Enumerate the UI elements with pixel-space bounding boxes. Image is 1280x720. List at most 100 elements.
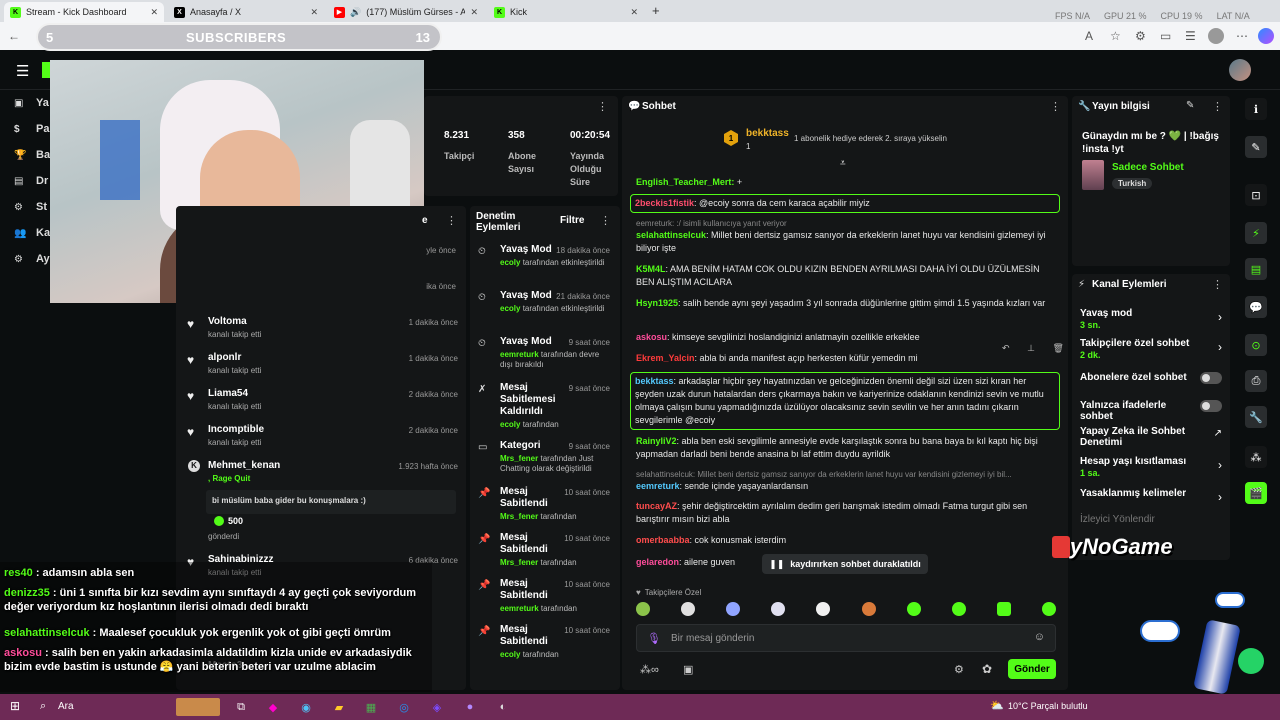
read-aloud-icon[interactable]: A xyxy=(1085,29,1093,43)
mod-action-user[interactable]: ecoly xyxy=(500,420,520,429)
menu-icon[interactable]: ☰ xyxy=(16,62,29,80)
edge-taskbar-icon[interactable]: ◉ xyxy=(297,698,315,716)
channel-action-item[interactable]: Yalnızca ifadelerle sohbet xyxy=(1080,400,1224,424)
tab-youtube[interactable]: ▶ 🔊 (177) Müslüm Gürses - Affet ✕ xyxy=(328,2,484,22)
mod-action-user[interactable]: ecoly xyxy=(500,304,520,313)
windows-start-icon[interactable]: ⊞ xyxy=(10,699,20,713)
printer-icon[interactable]: ⎙ xyxy=(1245,370,1267,392)
mod-action-user[interactable]: Mrs_fener xyxy=(500,454,538,463)
edit-icon[interactable]: ✎ xyxy=(1245,136,1267,158)
bolt-icon[interactable]: ⚡ xyxy=(1245,222,1267,244)
broadcast-icon[interactable]: ⊙ xyxy=(1245,334,1267,356)
filter-button[interactable]: Filtre xyxy=(560,215,584,226)
split-screen-icon[interactable]: ▭ xyxy=(1160,29,1171,43)
more-options-icon[interactable]: ⋮ xyxy=(1212,278,1223,291)
language-tag[interactable]: Turkish xyxy=(1112,178,1153,189)
mod-action-user[interactable]: ecoly xyxy=(500,650,520,659)
toggle-switch[interactable] xyxy=(1200,400,1222,412)
copilot-taskbar-icon[interactable]: ◆ xyxy=(264,698,282,716)
channel-action-item[interactable]: Yavaş mod 3 sn. › xyxy=(1080,308,1224,332)
mod-action-user[interactable]: ecoly xyxy=(500,258,520,267)
task-view-icon[interactable]: ⧉ xyxy=(232,698,250,716)
more-options-icon[interactable]: ⋮ xyxy=(600,214,611,227)
chat-username[interactable]: Ekrem_Yalcin xyxy=(636,353,695,363)
back-icon[interactable]: ← xyxy=(8,29,20,43)
chat-username[interactable]: omerbaabba xyxy=(636,535,690,545)
emote-icon[interactable] xyxy=(681,602,696,616)
nav-item[interactable]: ⚙ St xyxy=(14,196,47,218)
emote-icon[interactable] xyxy=(996,602,1011,616)
kicks-icon[interactable]: ⁂∞ xyxy=(640,663,659,676)
mic-icon[interactable]: 🎙 xyxy=(647,632,661,645)
toggle-switch[interactable] xyxy=(1200,372,1222,384)
wrench-icon[interactable]: 🔧 xyxy=(1245,406,1267,428)
file-explorer-icon[interactable]: ▰ xyxy=(330,698,348,716)
emote-icon[interactable] xyxy=(771,602,786,616)
store-icon[interactable]: ▦ xyxy=(362,698,380,716)
screen-icon[interactable]: ⊡ xyxy=(1245,184,1267,206)
chat-username[interactable]: bekktass xyxy=(635,376,674,386)
emote-icon[interactable] xyxy=(861,602,876,616)
tab-kick-dashboard[interactable]: K Stream - Kick Dashboard ✕ xyxy=(4,2,164,22)
nav-item[interactable]: 🏆 Ba xyxy=(14,144,50,166)
favorites-icon[interactable]: ☰ xyxy=(1185,29,1196,43)
tab-kick[interactable]: K Kick ✕ xyxy=(488,2,644,22)
settings-icon[interactable]: ⚙ xyxy=(954,663,964,676)
more-options-icon[interactable]: ⋮ xyxy=(1050,100,1061,113)
close-icon[interactable]: ✕ xyxy=(150,7,158,18)
emote-icon[interactable] xyxy=(726,602,741,616)
taskbar-search-label[interactable]: Ara xyxy=(58,701,74,712)
activity-username[interactable]: Liama54 xyxy=(208,388,248,399)
emote-icon[interactable] xyxy=(906,602,921,616)
chevron-right-icon[interactable]: › xyxy=(1218,490,1222,504)
more-icon[interactable]: ⋯ xyxy=(1236,29,1248,43)
edit-icon[interactable]: ✎ xyxy=(1186,100,1194,111)
chat-username[interactable]: English_Teacher_Mert: xyxy=(636,177,734,187)
doc-icon[interactable]: ▤ xyxy=(1245,258,1267,280)
emote-icon[interactable] xyxy=(636,602,650,616)
channel-action-item[interactable]: Hesap yaşı kısıtlaması 1 sa. › xyxy=(1080,456,1224,480)
chat-username[interactable]: eemreturk xyxy=(636,481,680,491)
kick-logo-icon[interactable] xyxy=(42,62,50,78)
activity-username[interactable]: alponlr xyxy=(208,352,241,363)
app-icon[interactable]: ◐ xyxy=(494,698,512,716)
info-icon[interactable]: ℹ xyxy=(1245,98,1267,120)
profile-avatar[interactable] xyxy=(1208,28,1224,44)
activity-username[interactable]: Voltoma xyxy=(208,316,247,327)
chat-username[interactable]: Hsyn1925 xyxy=(636,298,678,308)
chat-username[interactable]: K5M4L xyxy=(636,264,666,274)
category-link[interactable]: Sadece Sohbet xyxy=(1112,162,1184,173)
chat-username[interactable]: tuncayAZ xyxy=(636,501,677,511)
send-button[interactable]: Gönder xyxy=(1008,659,1056,679)
top-gifter-name[interactable]: bekktass xyxy=(746,128,789,139)
close-icon[interactable]: ✕ xyxy=(630,7,638,18)
emote-icon[interactable] xyxy=(816,602,831,616)
gift-icon[interactable]: ▣ xyxy=(683,663,693,676)
clapper-icon[interactable]: 🎬 xyxy=(1245,482,1267,504)
mod-action-user[interactable]: eemreturk xyxy=(500,604,539,613)
channel-action-item[interactable]: Takipçilere özel sohbet 2 dk. › xyxy=(1080,338,1224,362)
channel-action-item[interactable]: Abonelere özel sohbet xyxy=(1080,372,1224,396)
edge-icon[interactable]: ◎ xyxy=(395,698,413,716)
nav-item[interactable]: ▣ Ya xyxy=(14,92,49,114)
audio-icon[interactable]: 🔊 xyxy=(350,7,361,18)
emoji-icon[interactable]: ☺ xyxy=(1034,631,1045,643)
chat-input[interactable]: 🎙 Bir mesaj gönderin ☺ xyxy=(636,624,1056,652)
emote-icon[interactable] xyxy=(1041,602,1056,616)
nav-item[interactable]: $ Pa xyxy=(14,118,49,140)
nav-item[interactable]: 👥 Ka xyxy=(14,222,50,244)
chevron-right-icon[interactable]: › xyxy=(1218,340,1222,354)
external-link-icon[interactable]: ↗ xyxy=(1214,428,1222,439)
chat-username[interactable]: 2beckis1fistik xyxy=(635,198,694,208)
new-tab-button[interactable]: + xyxy=(652,3,660,18)
chevron-right-icon[interactable]: › xyxy=(1218,458,1222,472)
mod-action-user[interactable]: Mrs_fener xyxy=(500,558,538,567)
chat-icon[interactable]: 💬 xyxy=(1245,296,1267,318)
tab-x[interactable]: X Anasayfa / X ✕ xyxy=(168,2,324,22)
channel-action-item[interactable]: Yapay Zeka ile Sohbet Denetimi ↗ xyxy=(1080,426,1224,450)
community-icon[interactable]: ⁂ xyxy=(1245,446,1267,468)
more-options-icon[interactable]: ⋮ xyxy=(597,100,608,113)
mod-action-user[interactable]: Mrs_fener xyxy=(500,512,538,521)
chat-username[interactable]: gelaredon xyxy=(636,557,679,567)
close-icon[interactable]: ✕ xyxy=(470,7,478,18)
